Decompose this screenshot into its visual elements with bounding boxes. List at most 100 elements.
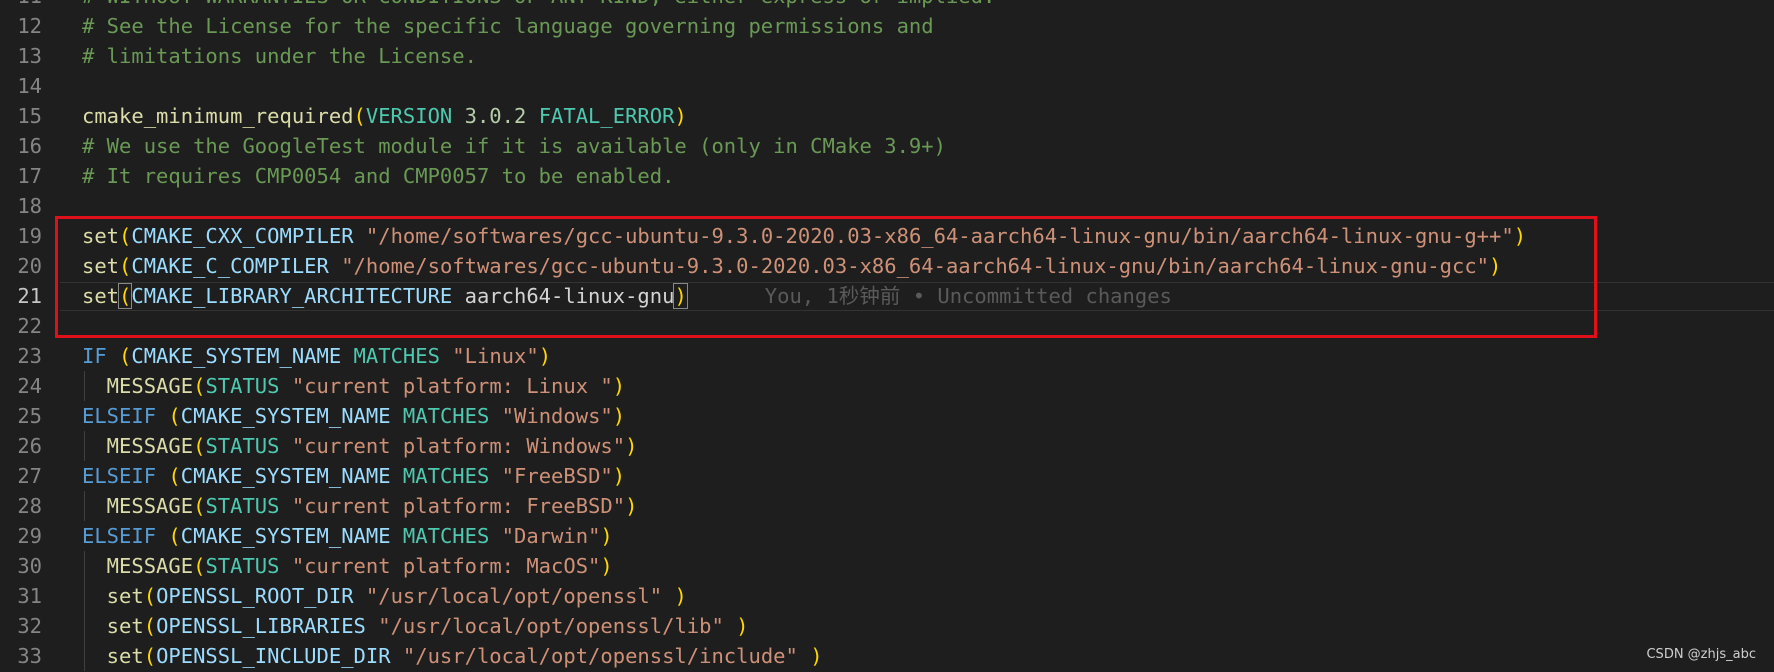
code-token: ) (736, 614, 749, 638)
line-number[interactable]: 31 (0, 581, 42, 611)
code-token: OPENSSL_LIBRARIES (156, 614, 366, 638)
code-text[interactable]: ELSEIF (CMAKE_SYSTEM_NAME MATCHES "Windo… (82, 401, 625, 431)
code-line[interactable]: 33 set(OPENSSL_INCLUDE_DIR "/usr/local/o… (0, 641, 1774, 671)
code-text[interactable]: IF (CMAKE_SYSTEM_NAME MATCHES "Linux") (82, 341, 551, 371)
code-token: "current platform: FreeBSD" (291, 494, 626, 518)
code-line[interactable]: 27 ELSEIF (CMAKE_SYSTEM_NAME MATCHES "Fre… (0, 461, 1774, 491)
code-token: ) (674, 584, 687, 608)
code-token: "/usr/local/opt/openssl/include" (402, 644, 798, 668)
line-number[interactable]: 19 (0, 221, 42, 251)
watermark: CSDN @zhjs_abc (1646, 647, 1756, 662)
code-line[interactable]: 24 MESSAGE(STATUS "current platform: Lin… (0, 371, 1774, 401)
code-token: # See the License for the specific langu… (82, 14, 934, 38)
line-number[interactable]: 27 (0, 461, 42, 491)
line-number[interactable]: 24 (0, 371, 42, 401)
code-token: "FreeBSD" (501, 464, 613, 488)
line-number[interactable]: 30 (0, 551, 42, 581)
code-text[interactable]: # WITHOUT WARRANTIES OR CONDITIONS OF AN… (82, 0, 995, 11)
line-number[interactable]: 15 (0, 101, 42, 131)
code-token: "current platform: MacOS" (291, 554, 601, 578)
code-text[interactable]: ELSEIF (CMAKE_SYSTEM_NAME MATCHES "FreeB… (82, 461, 625, 491)
code-token: ( (193, 554, 206, 578)
code-token: ( (143, 584, 157, 608)
code-text[interactable]: cmake_minimum_required(VERSION 3.0.2 FAT… (82, 101, 687, 131)
line-number[interactable]: 17 (0, 161, 42, 191)
line-number[interactable]: 21 (0, 281, 42, 311)
code-text[interactable]: set(OPENSSL_ROOT_DIR "/usr/local/opt/ope… (82, 581, 687, 611)
code-token: CMAKE_SYSTEM_NAME (180, 464, 391, 488)
code-token: ) (612, 404, 626, 428)
code-token: "current platform: Windows" (291, 434, 626, 458)
code-token: MATCHES (402, 404, 490, 428)
code-token: MESSAGE (82, 554, 194, 578)
code-token: STATUS (205, 554, 280, 578)
code-text[interactable]: ELSEIF (CMAKE_SYSTEM_NAME MATCHES "Darwi… (82, 521, 613, 551)
code-line[interactable]: 11 # WITHOUT WARRANTIES OR CONDITIONS OF … (0, 0, 1774, 11)
line-number[interactable]: 20 (0, 251, 42, 281)
code-line[interactable]: 12 # See the License for the specific lan… (0, 11, 1774, 41)
code-line[interactable]: 13 # limitations under the License. (0, 41, 1774, 71)
code-line[interactable]: 30 MESSAGE(STATUS "current platform: Mac… (0, 551, 1774, 581)
code-token: FATAL_ERROR (538, 104, 675, 128)
code-line[interactable]: 23 IF (CMAKE_SYSTEM_NAME MATCHES "Linux") (0, 341, 1774, 371)
code-token: set (82, 584, 144, 608)
code-token: ( (143, 644, 157, 668)
line-number[interactable]: 18 (0, 191, 42, 221)
line-number[interactable]: 13 (0, 41, 42, 71)
code-line[interactable]: 26 MESSAGE(STATUS "current platform: Win… (0, 431, 1774, 461)
code-text[interactable]: MESSAGE(STATUS "current platform: FreeBS… (82, 491, 638, 521)
code-token: ELSEIF (82, 524, 157, 548)
code-token: # We use the GoogleTest module if it is … (82, 134, 946, 158)
code-text[interactable]: MESSAGE(STATUS "current platform: Linux … (82, 371, 625, 401)
code-token: ( (168, 404, 181, 428)
code-token: # WITHOUT WARRANTIES OR CONDITIONS OF AN… (82, 0, 995, 8)
code-text[interactable]: # See the License for the specific langu… (82, 11, 934, 41)
line-number[interactable]: 14 (0, 71, 42, 101)
code-line[interactable]: 15 cmake_minimum_required(VERSION 3.0.2 F… (0, 101, 1774, 131)
code-line[interactable]: 25 ELSEIF (CMAKE_SYSTEM_NAME MATCHES "Win… (0, 401, 1774, 431)
code-token: set (82, 644, 144, 668)
line-number[interactable]: 33 (0, 641, 42, 671)
code-token: ( (143, 614, 157, 638)
code-text[interactable]: set(OPENSSL_LIBRARIES "/usr/local/opt/op… (82, 611, 749, 641)
code-line[interactable]: 32 set(OPENSSL_LIBRARIES "/usr/local/opt… (0, 611, 1774, 641)
line-number[interactable]: 16 (0, 131, 42, 161)
code-token: set (82, 614, 144, 638)
line-number[interactable]: 29 (0, 521, 42, 551)
line-number[interactable]: 11 (0, 0, 42, 11)
code-token: ) (600, 554, 613, 578)
code-token: ( (168, 464, 181, 488)
code-token: MATCHES (402, 464, 490, 488)
code-token: ) (612, 374, 626, 398)
line-number[interactable]: 26 (0, 431, 42, 461)
code-token: ( (353, 104, 366, 128)
code-text[interactable]: set(OPENSSL_INCLUDE_DIR "/usr/local/opt/… (82, 641, 823, 671)
line-number[interactable]: 23 (0, 341, 42, 371)
code-line[interactable]: 16 # We use the GoogleTest module if it i… (0, 131, 1774, 161)
code-line[interactable]: 17 # It requires CMP0054 and CMP0057 to b… (0, 161, 1774, 191)
code-line[interactable]: 31 set(OPENSSL_ROOT_DIR "/usr/local/opt/… (0, 581, 1774, 611)
code-text[interactable]: MESSAGE(STATUS "current platform: Window… (82, 431, 638, 461)
code-line[interactable]: 28 MESSAGE(STATUS "current platform: Fre… (0, 491, 1774, 521)
code-line[interactable]: 14 (0, 71, 1774, 101)
code-token: "Windows" (501, 404, 613, 428)
code-token: IF (82, 344, 107, 368)
code-editor[interactable]: 11 # WITHOUT WARRANTIES OR CONDITIONS OF … (0, 0, 1774, 672)
line-number[interactable]: 25 (0, 401, 42, 431)
code-line[interactable]: 29 ELSEIF (CMAKE_SYSTEM_NAME MATCHES "Dar… (0, 521, 1774, 551)
code-text[interactable]: # We use the GoogleTest module if it is … (82, 131, 946, 161)
code-text[interactable]: # It requires CMP0054 and CMP0057 to be … (82, 161, 674, 191)
code-text[interactable]: MESSAGE(STATUS "current platform: MacOS"… (82, 551, 613, 581)
code-token: ( (193, 494, 206, 518)
code-token: cmake_minimum_required (82, 104, 354, 128)
line-number[interactable]: 32 (0, 611, 42, 641)
line-number[interactable]: 12 (0, 11, 42, 41)
line-number[interactable]: 28 (0, 491, 42, 521)
line-number[interactable]: 22 (0, 311, 42, 341)
code-text[interactable]: # limitations under the License. (82, 41, 477, 71)
code-token: "Darwin" (501, 524, 601, 548)
